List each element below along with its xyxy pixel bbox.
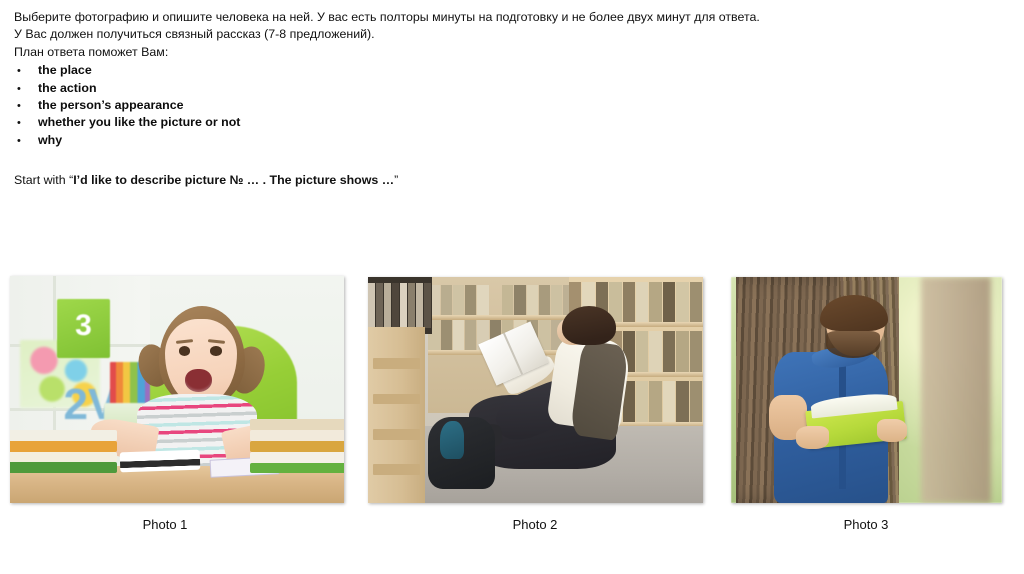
backpack <box>428 417 496 490</box>
bullet-icon: • <box>17 82 21 95</box>
list-item: • the person’s appearance <box>14 97 1014 114</box>
photo-1-image[interactable]: 2V <box>10 276 344 503</box>
open-mouth <box>185 369 213 392</box>
photo-2-image[interactable] <box>368 277 703 503</box>
book-stack-right <box>250 419 344 474</box>
plan-item-label: the place <box>38 63 92 78</box>
background-tree <box>920 277 992 503</box>
bullet-icon: • <box>17 65 21 78</box>
instruction-line-3: План ответа поможет Вам: <box>14 44 169 59</box>
start-with-prefix: Start with “ <box>14 173 74 187</box>
left-bookshelf-top <box>368 277 432 334</box>
instruction-line-2: У Вас должен получиться связный рассказ … <box>14 27 375 42</box>
bullet-icon: • <box>17 117 21 130</box>
start-with-quote: I’d like to describe picture № … . The p… <box>73 173 395 187</box>
start-with-suffix: ” <box>394 173 399 187</box>
plan-list: • the place • the action • the person’s … <box>14 62 1014 149</box>
number-poster <box>56 298 111 358</box>
bullet-icon: • <box>17 134 21 147</box>
plan-item-label: why <box>38 132 63 147</box>
list-item: • why <box>14 132 1014 149</box>
start-with-line: Start with “I’d like to describe picture… <box>14 172 398 189</box>
book-stack-left <box>10 430 117 473</box>
photo-3-image[interactable] <box>731 277 1002 503</box>
photo-2-content <box>368 277 703 503</box>
hand-left <box>796 426 829 449</box>
list-item: • whether you like the picture or not <box>14 114 1014 131</box>
plan-item-label: whether you like the picture or not <box>38 115 241 130</box>
person-hair <box>562 306 616 345</box>
bullet-icon: • <box>17 100 21 112</box>
list-item: • the action <box>14 80 1014 97</box>
plan-item-label: the action <box>38 80 97 95</box>
plan-item-label: the person’s appearance <box>38 98 184 112</box>
hand-right <box>877 419 908 442</box>
photo-2-caption: Photo 2 <box>512 517 558 532</box>
photo-1-content: 2V <box>10 276 344 503</box>
eye-left <box>178 346 190 356</box>
wooden-cabinet <box>368 326 425 503</box>
open-book <box>119 449 201 473</box>
instructions-block: Выберите фотографию и опишите человека н… <box>14 9 1014 149</box>
instruction-line-1: Выберите фотографию и опишите человека н… <box>14 10 760 24</box>
eye-right <box>210 346 222 356</box>
photo-3-caption: Photo 3 <box>843 517 889 532</box>
photo-1-caption: Photo 1 <box>142 517 188 532</box>
list-item: • the place <box>14 62 1014 79</box>
photo-3-content <box>731 277 1002 503</box>
